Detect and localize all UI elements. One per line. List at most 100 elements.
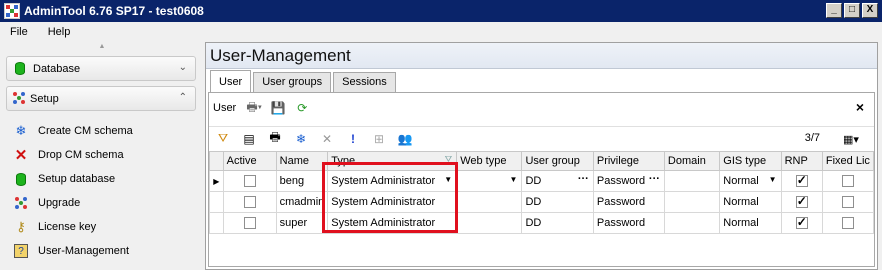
- left-navigation: ▲ Database ⌄ Setup ⌃ ❄ Create CM schema …: [0, 42, 204, 270]
- minimize-button[interactable]: _: [826, 3, 842, 18]
- panel-title: User-Management: [206, 43, 877, 69]
- column-header-gis-type[interactable]: GIS type: [719, 151, 782, 171]
- privilege-cell[interactable]: Password: [592, 191, 665, 213]
- print-preview-icon[interactable]: 🖶: [265, 130, 285, 148]
- privilege-value: Password: [596, 175, 646, 187]
- rnp-checkbox[interactable]: [795, 194, 808, 209]
- gis-type-cell[interactable]: Normal: [719, 212, 782, 234]
- web-type-cell[interactable]: [456, 191, 523, 213]
- active-checkbox[interactable]: [243, 217, 256, 230]
- privilege-cell[interactable]: Password ···: [592, 170, 665, 192]
- column-header-name[interactable]: Name: [275, 151, 329, 171]
- print-icon[interactable]: 🖶▾: [244, 99, 264, 117]
- nav-item-setup-database[interactable]: Setup database: [14, 169, 115, 189]
- nav-item-label: Upgrade: [38, 197, 81, 209]
- gis-type-cell[interactable]: Normal ▼: [719, 170, 782, 192]
- close-window-button[interactable]: X: [862, 3, 878, 18]
- refresh-icon[interactable]: ⟳: [292, 99, 312, 117]
- fixed-lic-checkbox[interactable]: [841, 217, 854, 230]
- tab-user-groups[interactable]: User groups: [253, 72, 332, 92]
- nav-group-database[interactable]: Database ⌄: [6, 56, 196, 81]
- key-icon: ⚷: [16, 219, 26, 234]
- active-checkbox[interactable]: [243, 175, 256, 188]
- user-grid: Active Name Type ⛛ Web type User group Pr…: [209, 151, 875, 234]
- column-header-privilege[interactable]: Privilege: [592, 151, 665, 171]
- fixed-lic-cell[interactable]: [821, 170, 875, 192]
- chevron-up-icon: ⌃: [178, 92, 187, 103]
- structure-icon[interactable]: ⊞: [369, 130, 389, 148]
- splitter-grip-icon[interactable]: ▲: [0, 42, 204, 52]
- gis-type-cell[interactable]: Normal: [719, 191, 782, 213]
- fixed-lic-checkbox[interactable]: [841, 196, 854, 209]
- snowflake-icon[interactable]: ❄: [291, 130, 311, 148]
- chevron-down-icon[interactable]: ▼: [510, 175, 518, 184]
- app-icon: [4, 3, 20, 19]
- close-icon[interactable]: ×: [856, 99, 864, 115]
- maximize-button[interactable]: □: [844, 3, 860, 18]
- user-group-cell[interactable]: DD: [521, 212, 594, 234]
- nav-item-upgrade[interactable]: Upgrade: [14, 193, 80, 213]
- save-icon[interactable]: 💾: [268, 99, 288, 117]
- table-row[interactable]: ▶ beng System Administrator ▼ ▼ DD ··· Pas…: [209, 170, 875, 192]
- privilege-cell[interactable]: Password: [592, 212, 665, 234]
- active-checkbox[interactable]: [243, 196, 256, 209]
- toolbar-label: User: [213, 102, 237, 114]
- web-type-cell[interactable]: ▼: [456, 170, 523, 192]
- nav-item-create-cm-schema[interactable]: ❄ Create CM schema: [14, 121, 133, 141]
- web-type-cell[interactable]: [456, 212, 523, 234]
- rnp-cell[interactable]: [780, 191, 823, 213]
- rnp-cell[interactable]: [780, 212, 823, 234]
- ellipsis-icon[interactable]: ···: [578, 173, 589, 185]
- users-icon[interactable]: 👥: [395, 130, 415, 148]
- nav-group-setup[interactable]: Setup ⌃: [6, 86, 196, 111]
- exclamation-icon[interactable]: !: [343, 130, 363, 148]
- dots-icon: [14, 196, 28, 210]
- tab-content: User 🖶▾ 💾 ⟳ × ⛛ ▤ 🖶 ❄ ✕ ! ⊞ 👥 3/7 ▦▾ Act…: [208, 92, 875, 267]
- domain-cell[interactable]: [663, 191, 721, 213]
- column-header-user-group[interactable]: User group: [521, 151, 594, 171]
- fixed-lic-checkbox[interactable]: [841, 175, 854, 188]
- domain-cell[interactable]: [663, 170, 721, 192]
- rnp-cell[interactable]: [780, 170, 823, 192]
- rnp-checkbox[interactable]: [795, 173, 808, 188]
- window-title: AdminTool 6.76 SP17 - test0608: [24, 4, 204, 18]
- tab-strip: User User groups Sessions: [210, 70, 398, 92]
- rnp-checkbox[interactable]: [795, 215, 808, 230]
- database-icon: [13, 62, 27, 76]
- menu-help[interactable]: Help: [38, 26, 81, 38]
- domain-cell[interactable]: [663, 212, 721, 234]
- menu-file[interactable]: File: [0, 26, 38, 38]
- user-group-cell[interactable]: DD: [521, 191, 594, 213]
- record-counter: 3/7: [804, 132, 820, 144]
- user-group-cell[interactable]: DD ···: [521, 170, 594, 192]
- nav-item-license-key[interactable]: ⚷ License key: [14, 217, 96, 237]
- column-header-web-type[interactable]: Web type: [456, 151, 523, 171]
- name-cell[interactable]: cmadmin: [275, 191, 329, 213]
- grid-toolbar: ⛛ ▤ 🖶 ❄ ✕ ! ⊞ 👥 3/7 ▦▾: [209, 126, 874, 150]
- fixed-lic-cell[interactable]: [821, 191, 875, 213]
- nav-item-user-management[interactable]: ? User-Management: [14, 241, 129, 261]
- name-cell[interactable]: beng: [275, 170, 329, 192]
- grid-columns-menu-icon[interactable]: ▦▾: [836, 130, 866, 148]
- tab-user[interactable]: User: [210, 70, 252, 92]
- table-row[interactable]: cmadmin System Administrator DD Password…: [209, 191, 875, 213]
- ellipsis-icon[interactable]: ···: [649, 173, 660, 185]
- nav-item-drop-cm-schema[interactable]: ✕ Drop CM schema: [14, 145, 124, 165]
- tab-sessions[interactable]: Sessions: [333, 72, 396, 92]
- column-header-domain[interactable]: Domain: [663, 151, 721, 171]
- delete-icon[interactable]: ✕: [317, 130, 337, 148]
- row-indicator: [209, 212, 224, 234]
- active-cell[interactable]: [222, 191, 277, 213]
- column-header-active[interactable]: Active: [222, 151, 277, 171]
- filter-icon[interactable]: ⛛: [213, 130, 233, 148]
- name-cell[interactable]: super: [275, 212, 329, 234]
- layout-icon[interactable]: ▤: [239, 130, 259, 148]
- fixed-lic-cell[interactable]: [821, 212, 875, 234]
- current-row-indicator-icon: ▶: [209, 170, 224, 192]
- active-cell[interactable]: [222, 170, 277, 192]
- column-header-fixed-lic[interactable]: Fixed Lic: [821, 151, 875, 171]
- column-header-rnp[interactable]: RNP: [780, 151, 823, 171]
- active-cell[interactable]: [222, 212, 277, 234]
- chevron-down-icon[interactable]: ▼: [769, 175, 777, 184]
- table-row[interactable]: super System Administrator DD Password N…: [209, 212, 875, 234]
